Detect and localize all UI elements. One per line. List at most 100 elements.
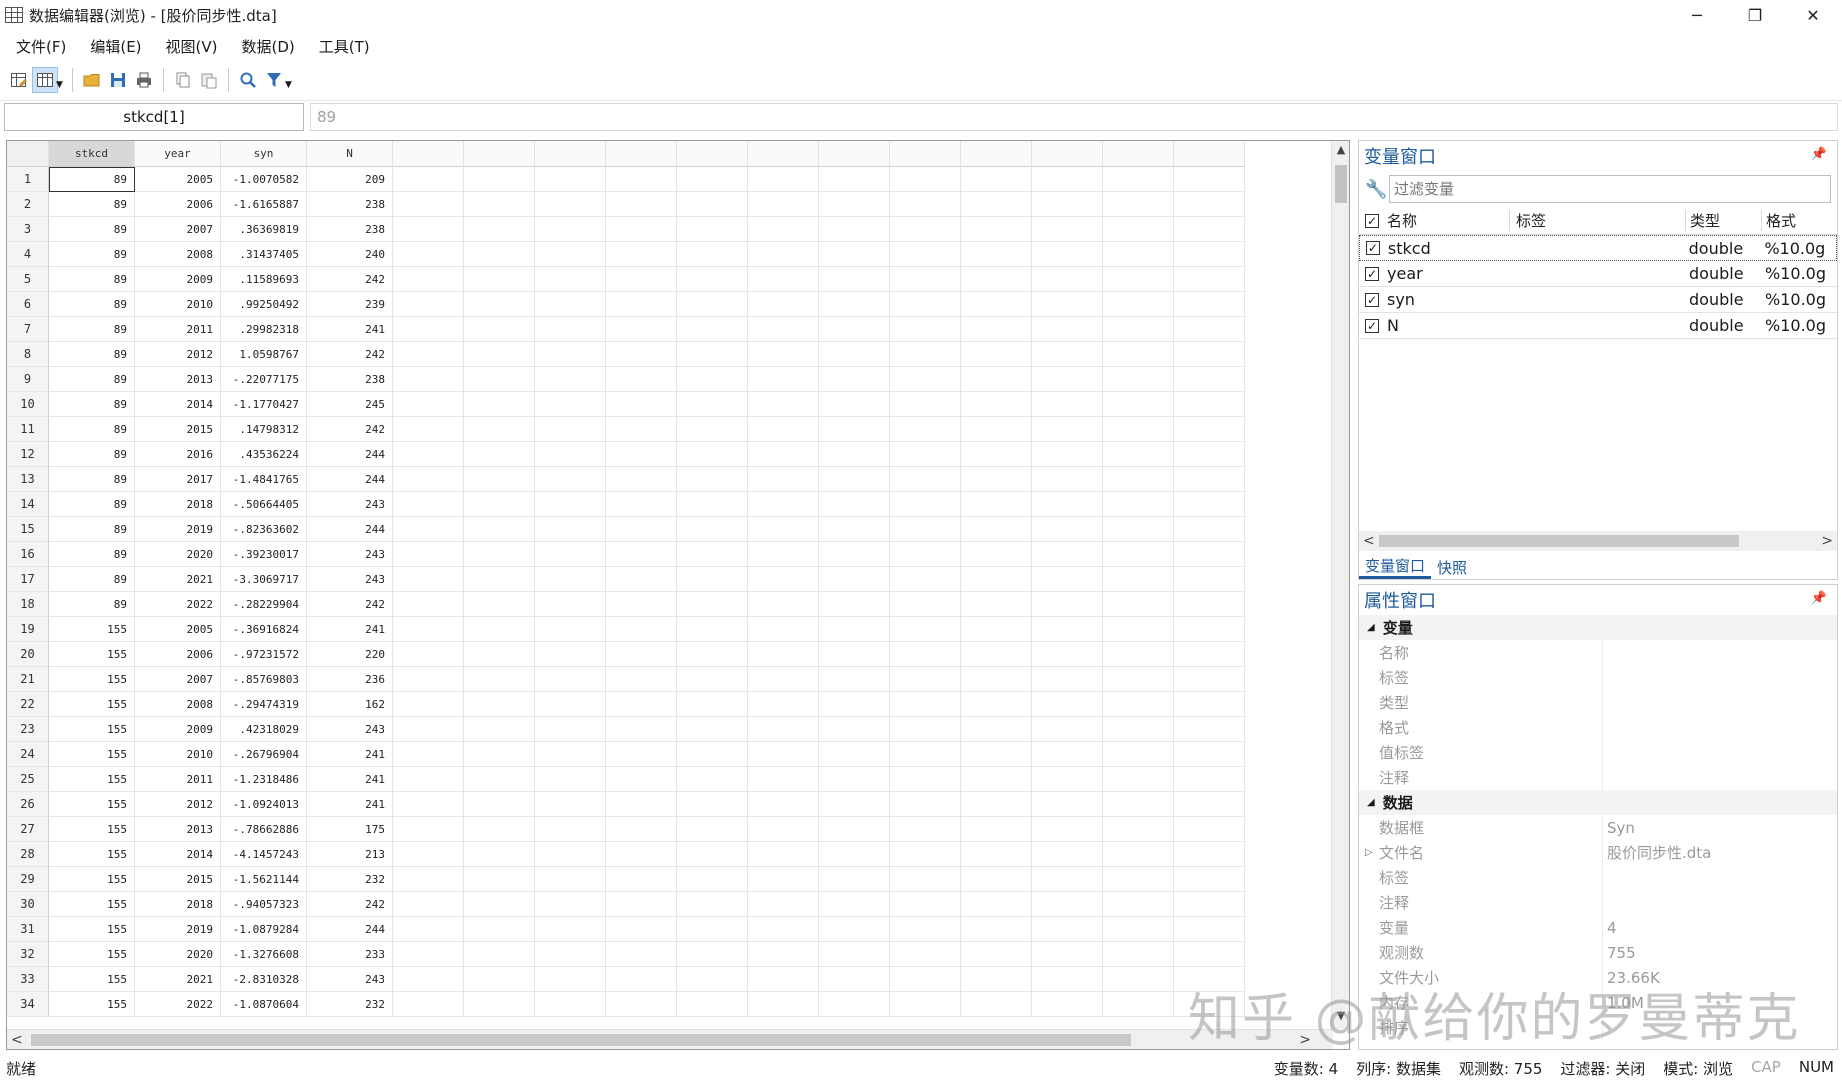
cell-year[interactable]: 2019	[135, 917, 221, 942]
empty-cell[interactable]	[961, 792, 1032, 817]
empty-cell[interactable]	[1032, 467, 1103, 492]
empty-cell[interactable]	[677, 742, 748, 767]
empty-cell[interactable]	[606, 217, 677, 242]
row-number[interactable]: 7	[7, 317, 49, 342]
empty-cell[interactable]	[961, 342, 1032, 367]
column-header-n[interactable]: N	[307, 141, 393, 167]
row-number[interactable]: 5	[7, 267, 49, 292]
cell-stkcd[interactable]: 155	[49, 642, 135, 667]
cell-stkcd[interactable]: 155	[49, 767, 135, 792]
empty-cell[interactable]	[464, 692, 535, 717]
open-button[interactable]	[79, 67, 105, 93]
close-button[interactable]: ✕	[1784, 0, 1842, 30]
row-number[interactable]: 3	[7, 217, 49, 242]
empty-cell[interactable]	[1103, 392, 1174, 417]
cell-syn[interactable]: .43536224	[221, 442, 307, 467]
cell-syn[interactable]: -1.1770427	[221, 392, 307, 417]
empty-cell[interactable]	[677, 592, 748, 617]
empty-cell[interactable]	[1032, 992, 1103, 1017]
cell-stkcd[interactable]: 89	[49, 542, 135, 567]
empty-cell[interactable]	[1103, 467, 1174, 492]
empty-cell[interactable]	[819, 792, 890, 817]
empty-cell[interactable]	[464, 592, 535, 617]
empty-cell[interactable]	[890, 217, 961, 242]
empty-cell[interactable]	[890, 542, 961, 567]
cell-year[interactable]: 2015	[135, 867, 221, 892]
empty-cell[interactable]	[535, 592, 606, 617]
cell-year[interactable]: 2015	[135, 417, 221, 442]
row-number[interactable]: 9	[7, 367, 49, 392]
empty-cell[interactable]	[393, 592, 464, 617]
header-format[interactable]: 格式	[1761, 210, 1837, 231]
expand-icon[interactable]: ▷	[1359, 847, 1379, 858]
empty-cell[interactable]	[535, 967, 606, 992]
empty-cell[interactable]	[1174, 617, 1245, 642]
cell-stkcd[interactable]: 89	[49, 492, 135, 517]
cell-n[interactable]: 162	[307, 692, 393, 717]
empty-cell[interactable]	[961, 292, 1032, 317]
empty-cell[interactable]	[1174, 392, 1245, 417]
cell-stkcd[interactable]: 89	[49, 567, 135, 592]
cell-year[interactable]: 2008	[135, 692, 221, 717]
empty-cell[interactable]	[961, 742, 1032, 767]
cell-stkcd[interactable]: 155	[49, 817, 135, 842]
cell-year[interactable]: 2021	[135, 567, 221, 592]
empty-cell[interactable]	[606, 667, 677, 692]
cell-n[interactable]: 244	[307, 517, 393, 542]
empty-cell[interactable]	[393, 792, 464, 817]
empty-cell[interactable]	[961, 892, 1032, 917]
empty-cell[interactable]	[1103, 867, 1174, 892]
cell-year[interactable]: 2010	[135, 742, 221, 767]
empty-cell[interactable]	[1032, 392, 1103, 417]
empty-cell[interactable]	[464, 742, 535, 767]
cell-year[interactable]: 2022	[135, 992, 221, 1017]
empty-cell[interactable]	[393, 392, 464, 417]
empty-cell[interactable]	[393, 467, 464, 492]
cell-syn[interactable]: .29982318	[221, 317, 307, 342]
empty-cell[interactable]	[748, 292, 819, 317]
empty-cell[interactable]	[890, 442, 961, 467]
row-number[interactable]: 25	[7, 767, 49, 792]
cell-n[interactable]: 241	[307, 767, 393, 792]
empty-cell[interactable]	[535, 317, 606, 342]
empty-cell[interactable]	[393, 967, 464, 992]
cell-year[interactable]: 2020	[135, 942, 221, 967]
empty-cell[interactable]	[464, 817, 535, 842]
property-row[interactable]: 数据框 Syn	[1359, 815, 1837, 840]
empty-cell[interactable]	[535, 367, 606, 392]
empty-cell[interactable]	[890, 917, 961, 942]
cell-year[interactable]: 2014	[135, 842, 221, 867]
empty-cell[interactable]	[1103, 767, 1174, 792]
empty-cell[interactable]	[677, 367, 748, 392]
tab-variables[interactable]: 变量窗口	[1359, 555, 1432, 579]
empty-cell[interactable]	[819, 942, 890, 967]
cell-stkcd[interactable]: 89	[49, 192, 135, 217]
empty-cell[interactable]	[1174, 167, 1245, 192]
cell-stkcd[interactable]: 155	[49, 792, 135, 817]
empty-cell[interactable]	[606, 167, 677, 192]
empty-cell[interactable]	[677, 642, 748, 667]
empty-cell[interactable]	[464, 392, 535, 417]
cell-stkcd[interactable]: 155	[49, 617, 135, 642]
empty-cell[interactable]	[535, 667, 606, 692]
empty-cell[interactable]	[464, 567, 535, 592]
empty-cell[interactable]	[748, 767, 819, 792]
cell-value-field[interactable]: 89	[310, 103, 1838, 131]
empty-cell[interactable]	[890, 242, 961, 267]
empty-cell[interactable]	[606, 242, 677, 267]
variable-checkbox[interactable]: ✓	[1359, 318, 1385, 333]
row-number[interactable]: 12	[7, 442, 49, 467]
empty-cell[interactable]	[464, 942, 535, 967]
edit-mode-button[interactable]	[6, 67, 32, 93]
row-number[interactable]: 1	[7, 167, 49, 192]
empty-cell[interactable]	[819, 392, 890, 417]
cell-year[interactable]: 2016	[135, 442, 221, 467]
cell-stkcd[interactable]: 89	[49, 317, 135, 342]
empty-cell[interactable]	[748, 542, 819, 567]
empty-cell[interactable]	[606, 767, 677, 792]
cell-syn[interactable]: .31437405	[221, 242, 307, 267]
empty-cell[interactable]	[748, 217, 819, 242]
empty-cell[interactable]	[890, 667, 961, 692]
empty-cell[interactable]	[1103, 492, 1174, 517]
empty-cell[interactable]	[464, 792, 535, 817]
